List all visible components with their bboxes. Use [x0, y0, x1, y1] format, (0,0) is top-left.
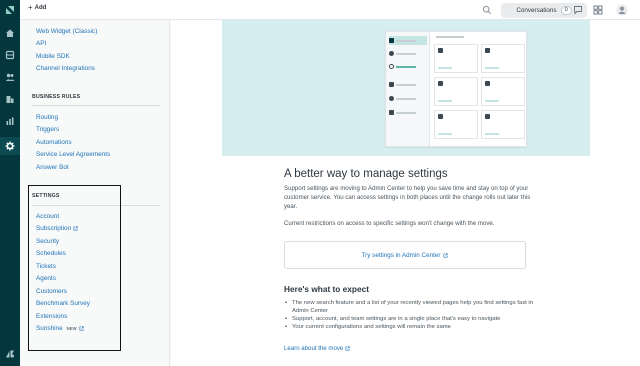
- external-link-icon: [443, 252, 449, 257]
- product-rail: [0, 0, 20, 366]
- list-item: Support, account, and team settings are …: [284, 315, 544, 323]
- mockup-tile: [481, 110, 525, 139]
- search-icon[interactable]: [482, 5, 492, 15]
- mockup-tile: [481, 77, 525, 106]
- nav-link-routing[interactable]: Routing: [36, 114, 58, 121]
- mockup-row: [389, 62, 427, 71]
- nav-link-mobile-sdk[interactable]: Mobile SDK: [36, 53, 70, 60]
- try-admin-center-label: Try settings in Admin Center: [361, 251, 441, 259]
- zendesk-logo-icon[interactable]: [4, 348, 16, 360]
- restriction-paragraph: Current restrictions on access to specif…: [284, 220, 495, 227]
- mockup-tile: [434, 77, 478, 106]
- admin-gear-icon[interactable]: [4, 140, 16, 152]
- try-admin-center-button[interactable]: Try settings in Admin Center: [284, 241, 526, 269]
- mockup-row: [389, 108, 427, 117]
- external-link-icon: [345, 346, 350, 351]
- mockup-row: [389, 80, 427, 89]
- customers-icon[interactable]: [4, 71, 16, 83]
- business-rules-heading: BUSINESS RULES: [32, 94, 81, 100]
- top-bar: + Add Conversations 0: [20, 0, 640, 20]
- views-icon[interactable]: [4, 49, 16, 61]
- chat-icon[interactable]: [573, 5, 583, 15]
- conversations-count-badge: 0: [560, 6, 572, 15]
- conversations-label: Conversations: [516, 7, 557, 14]
- admin-center-mockup: [385, 31, 527, 147]
- list-item: The new search feature and a list of you…: [284, 299, 544, 315]
- nav-link-sla[interactable]: Service Level Agreements: [36, 151, 110, 158]
- mockup-tile: [481, 44, 525, 73]
- intro-paragraph: Support settings are moving to Admin Cen…: [284, 185, 531, 210]
- nav-link-triggers[interactable]: Triggers: [36, 126, 59, 133]
- admin-center-hero-illustration: [222, 20, 590, 156]
- nav-link-automations[interactable]: Automations: [36, 139, 72, 146]
- mockup-row: [389, 49, 427, 58]
- add-button-label: Add: [34, 5, 47, 11]
- reporting-icon[interactable]: [4, 115, 16, 127]
- nav-link-channel-integrations[interactable]: Channel Integrations: [36, 65, 95, 72]
- nav-link-answer-bot[interactable]: Answer Bot: [36, 164, 69, 171]
- main-content: A better way to manage settings Support …: [171, 20, 640, 366]
- mockup-home-row: [389, 36, 427, 45]
- zendesk-support-logo-icon[interactable]: [4, 4, 16, 16]
- settings-annotation-box: [28, 185, 121, 351]
- mockup-title-bar: [436, 36, 464, 38]
- list-item: Your current configurations and settings…: [284, 323, 544, 331]
- product-tray-icon[interactable]: [593, 5, 603, 15]
- page-title: A better way to manage settings: [284, 168, 448, 180]
- expect-list: The new search feature and a list of you…: [284, 299, 544, 331]
- expect-heading: Here's what to expect: [284, 284, 369, 294]
- mockup-row: [389, 94, 427, 103]
- add-button[interactable]: + Add: [28, 3, 47, 12]
- mockup-tile: [434, 44, 478, 73]
- nav-link-api[interactable]: API: [36, 40, 46, 47]
- business-rules-divider: [32, 105, 160, 106]
- learn-about-move-link[interactable]: Learn about the move: [284, 345, 350, 352]
- organizations-icon[interactable]: [4, 93, 16, 105]
- avatar[interactable]: [616, 4, 628, 16]
- learn-about-move-label: Learn about the move: [284, 345, 344, 352]
- mockup-sidebar: [386, 32, 430, 146]
- nav-link-web-widget[interactable]: Web Widget (Classic): [36, 28, 97, 35]
- mockup-tile: [434, 110, 478, 139]
- plus-icon: +: [28, 3, 33, 12]
- home-icon[interactable]: [4, 27, 16, 39]
